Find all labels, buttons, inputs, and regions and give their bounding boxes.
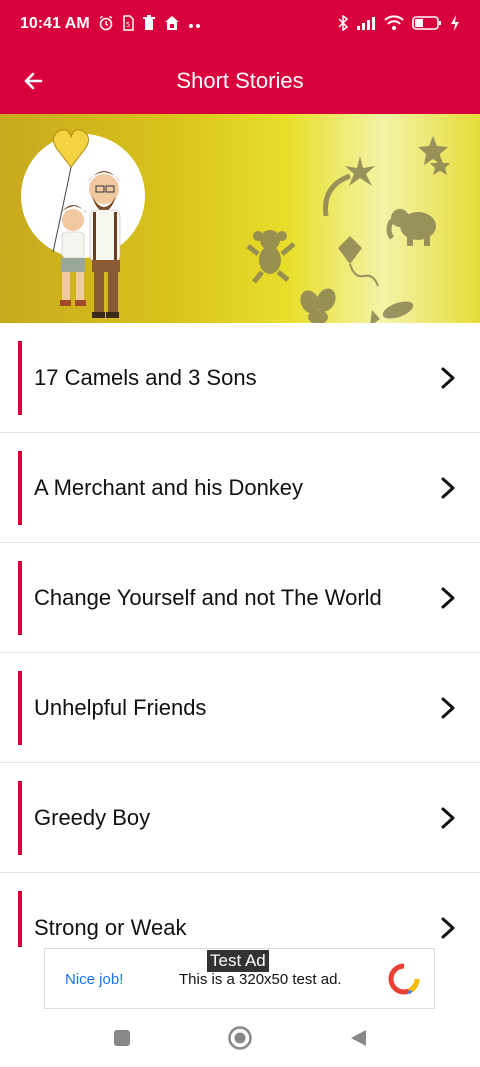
status-time: 10:41 AM (20, 15, 90, 32)
wifi-icon (384, 15, 404, 33)
back-triangle-icon (351, 1030, 366, 1046)
home-button[interactable] (226, 1024, 254, 1052)
charging-icon (450, 15, 460, 33)
story-title: Greedy Boy (34, 804, 151, 830)
list-item[interactable]: Change Yourself and not The World (0, 543, 480, 653)
more-dots-icon (188, 17, 202, 31)
accent-bar (18, 671, 22, 745)
ad-label: Test Ad (207, 950, 269, 972)
story-title: Strong or Weak (34, 914, 187, 940)
back-nav-button[interactable] (344, 1024, 372, 1052)
accent-bar (18, 451, 22, 525)
accent-bar (18, 561, 22, 635)
accent-bar (18, 891, 22, 947)
status-bar: 10:41 AM 5 (0, 0, 480, 48)
page-title: Short Stories (176, 68, 304, 93)
recents-button[interactable] (108, 1024, 136, 1052)
status-right (338, 14, 460, 33)
list-item[interactable]: Strong or Weak (0, 873, 480, 947)
admob-logo-icon (388, 963, 420, 995)
list-item[interactable]: Greedy Boy (0, 763, 480, 873)
list-item[interactable]: Unhelpful Friends (0, 653, 480, 763)
bluetooth-icon (338, 14, 349, 33)
story-title: Change Yourself and not The World (34, 584, 382, 610)
chevron-right-icon (441, 697, 455, 718)
chevron-right-icon (441, 917, 455, 938)
status-left: 10:41 AM 5 (20, 15, 202, 33)
list-item[interactable]: 17 Camels and 3 Sons (0, 323, 480, 433)
sim-icon: 5 (122, 15, 134, 33)
home-icon (164, 15, 180, 33)
back-button[interactable] (0, 48, 66, 114)
chevron-right-icon (441, 587, 455, 608)
accent-bar (18, 781, 22, 855)
svg-text:5: 5 (125, 21, 129, 29)
story-title: 17 Camels and 3 Sons (34, 364, 257, 390)
story-title: A Merchant and his Donkey (34, 474, 304, 500)
alarm-icon (98, 15, 114, 33)
home-circle-icon (228, 1026, 252, 1050)
navigation-bar (0, 1009, 480, 1067)
story-title: Unhelpful Friends (34, 694, 207, 720)
ad-nice-text: Nice job! (65, 971, 124, 988)
story-list: 17 Camels and 3 Sons A Merchant and his … (0, 323, 480, 947)
list-item[interactable]: A Merchant and his Donkey (0, 433, 480, 543)
chevron-right-icon (441, 367, 455, 388)
arrow-back-icon (24, 72, 43, 90)
battery-icon (412, 15, 442, 33)
ad-body-text: This is a 320x50 test ad. (179, 971, 342, 988)
header-banner (0, 114, 480, 323)
recents-icon (114, 1030, 130, 1046)
app-bar: Short Stories (0, 48, 480, 114)
accent-bar (18, 341, 22, 415)
chevron-right-icon (441, 477, 455, 498)
chevron-right-icon (441, 807, 455, 828)
banner-illustration (21, 129, 450, 323)
signal-icon (356, 16, 376, 32)
delete-icon (142, 15, 156, 33)
